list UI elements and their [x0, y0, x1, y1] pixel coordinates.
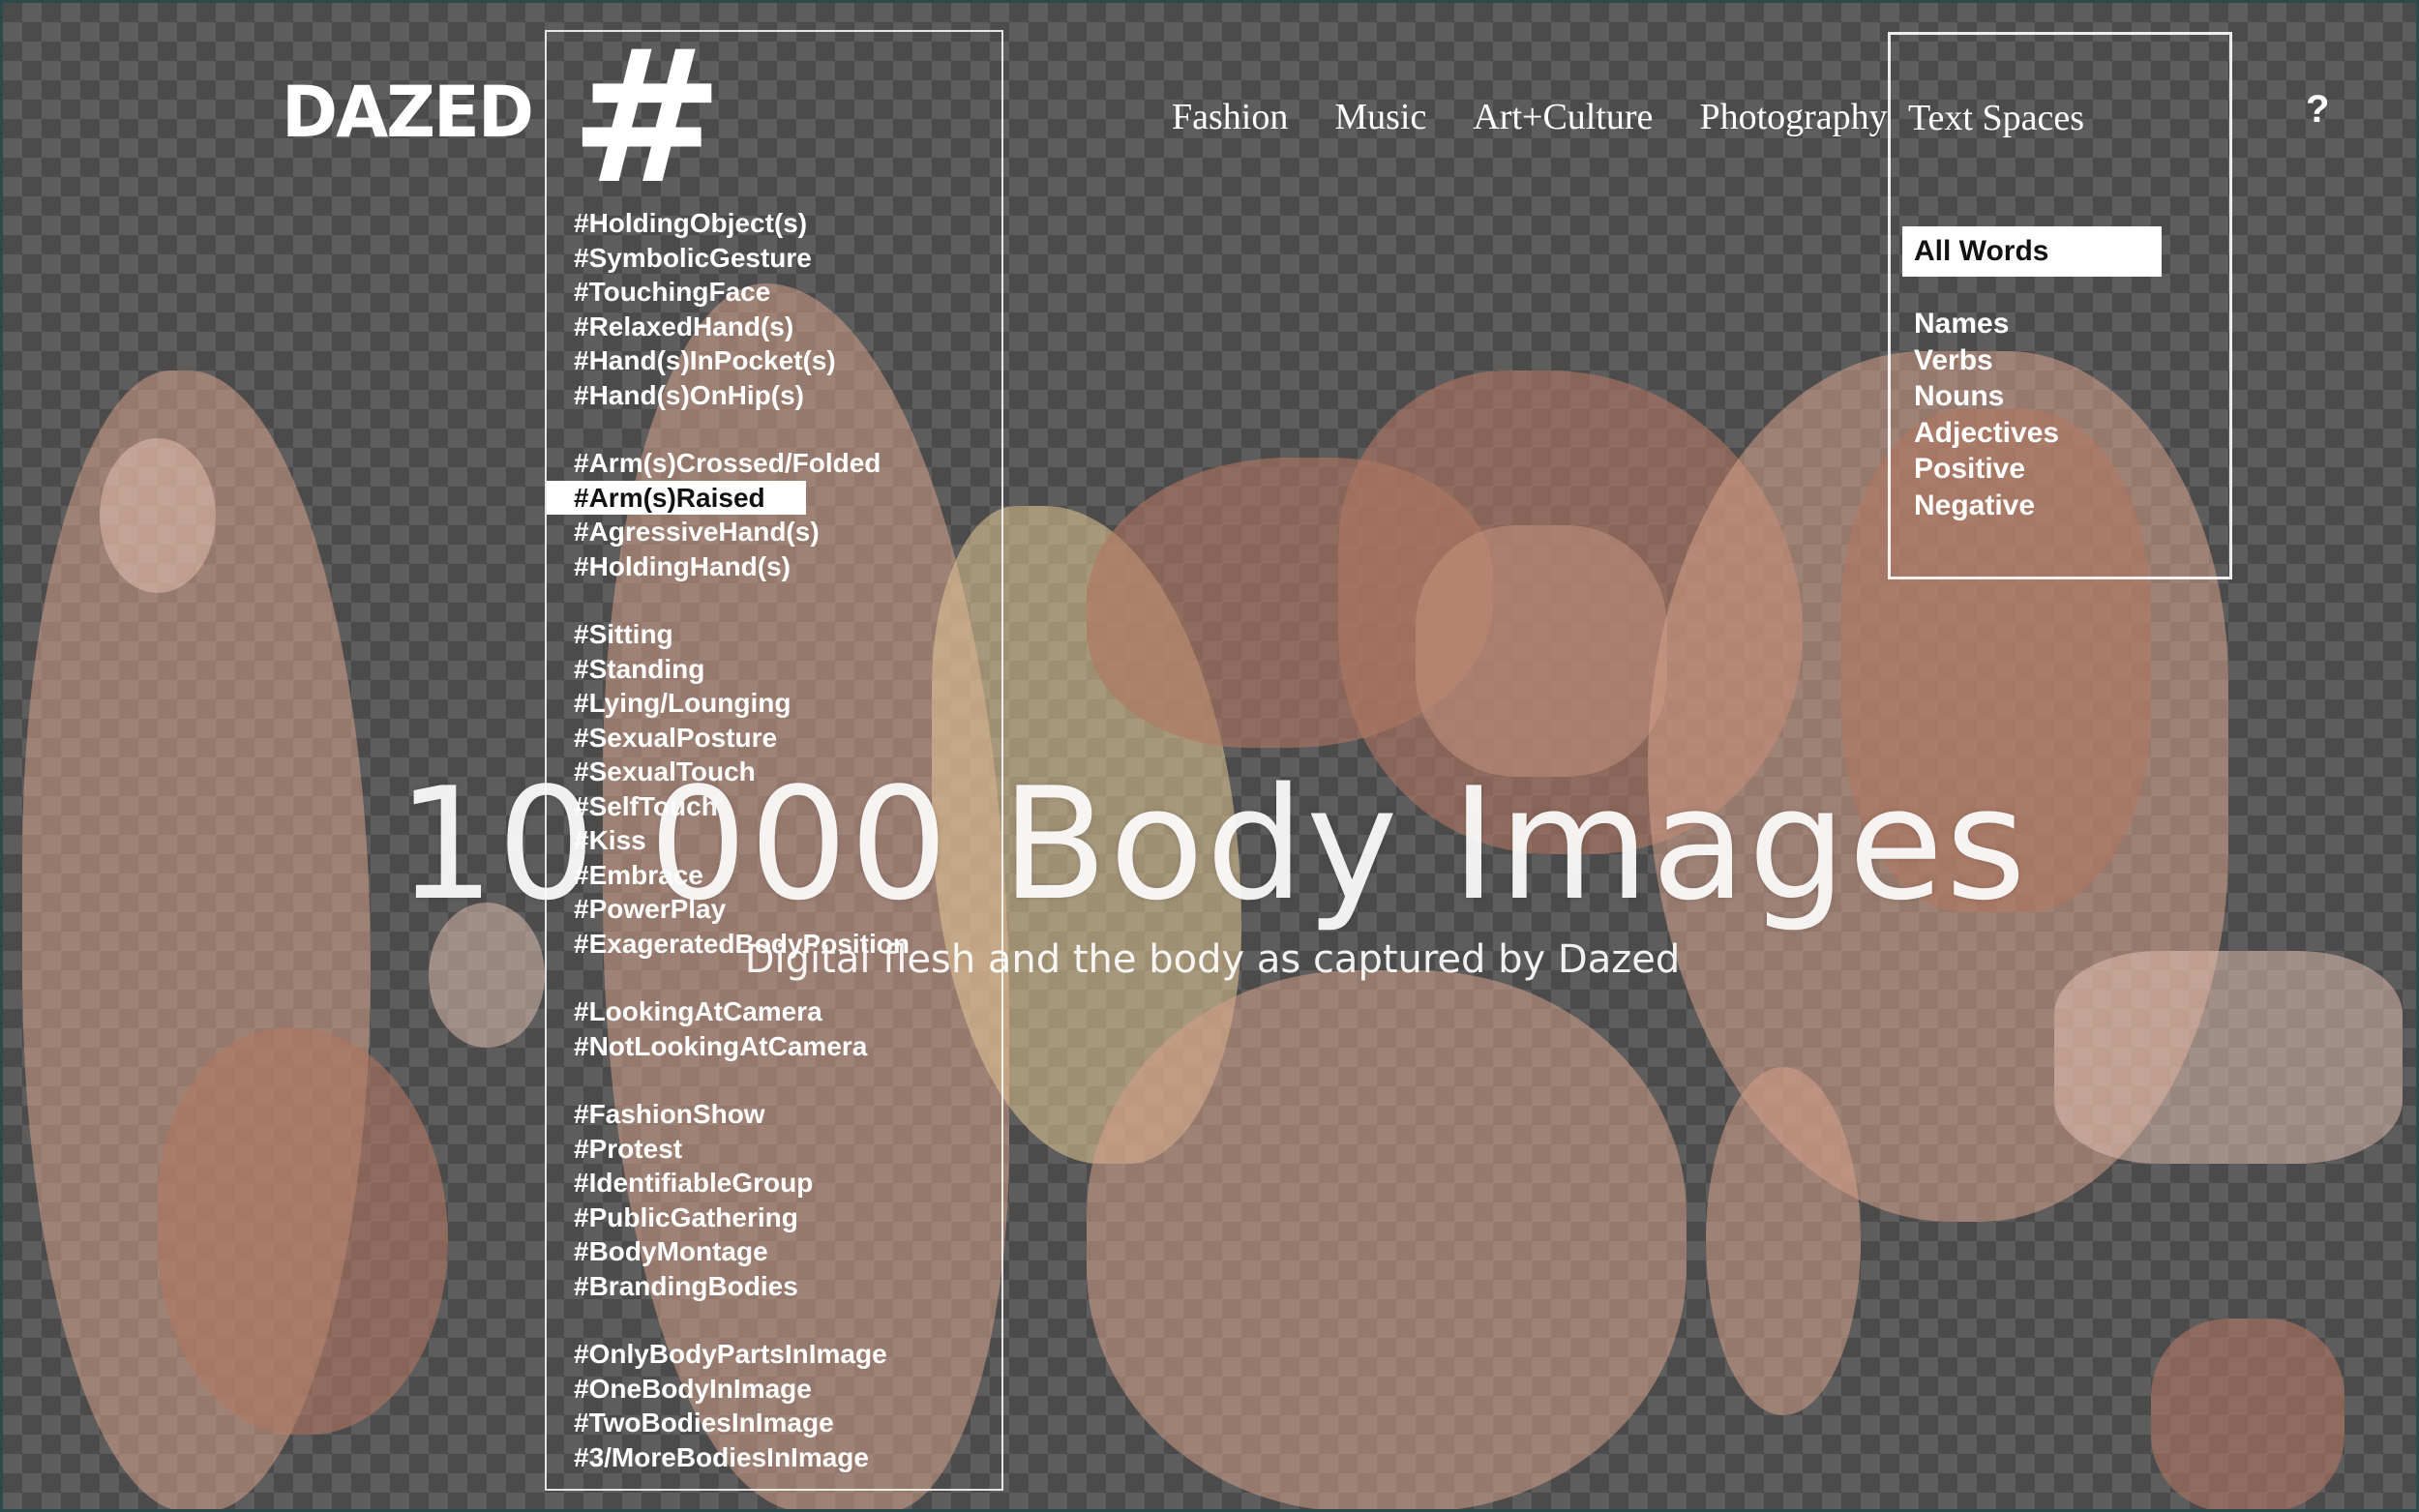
hashtag-item[interactable]: #AgressiveHand(s): [547, 515, 1001, 549]
collage-arm-lower-right: [1706, 1067, 1861, 1415]
hashtag-item[interactable]: #IdentifiableGroup: [547, 1166, 1001, 1201]
hashtag-item[interactable]: #Hand(s)OnHip(s): [547, 378, 1001, 413]
dazed-logo[interactable]: DAZED: [282, 76, 534, 148]
collage-figure-left-lower: [158, 1028, 448, 1435]
collage-face-center: [1087, 458, 1493, 748]
hashtag-item[interactable]: #PublicGathering: [547, 1201, 1001, 1235]
hashtag-item[interactable]: #OneBodyInImage: [547, 1372, 1001, 1407]
hashtag-item[interactable]: #Protest: [547, 1132, 1001, 1167]
hashtag-item[interactable]: #SexualPosture: [547, 721, 1001, 756]
hero-subtitle: Digital flesh and the body as captured b…: [744, 937, 1681, 982]
collage-flakes-right: [2054, 951, 2403, 1164]
word-filter-verbs[interactable]: Verbs: [1914, 342, 2059, 379]
nav-item-photography[interactable]: Photography: [1699, 96, 1887, 138]
text-spaces-panel: Text Spaces All Words Names Verbs Nouns …: [1888, 32, 2232, 579]
hashtag-item[interactable]: #Lying/Lounging: [547, 686, 1001, 721]
hashtag-item[interactable]: #HoldingObject(s): [547, 206, 1001, 241]
word-filter-negative[interactable]: Negative: [1914, 488, 2059, 524]
hashtag-item[interactable]: #Standing: [547, 652, 1001, 687]
hashtag-item[interactable]: #Hand(s)InPocket(s): [547, 343, 1001, 378]
hashtag-icon: #: [570, 11, 725, 224]
hashtag-group: #FashionShow #Protest #IdentifiableGroup #P…: [547, 1097, 1001, 1303]
hashtag-item[interactable]: #TwoBodiesInImage: [547, 1406, 1001, 1440]
collage-hand-center: [1416, 525, 1667, 777]
hashtag-group: #LookingAtCamera #NotLookingAtCamera: [547, 994, 1001, 1063]
hashtag-item[interactable]: #FashionShow: [547, 1097, 1001, 1132]
hashtag-item[interactable]: #BodyMontage: [547, 1234, 1001, 1269]
word-filter-all-words[interactable]: All Words: [1902, 226, 2162, 277]
collage-figure-left-head: [100, 438, 216, 593]
nav-item-fashion[interactable]: Fashion: [1172, 96, 1288, 138]
nav-item-music[interactable]: Music: [1334, 96, 1426, 138]
hashtag-item[interactable]: #Sitting: [547, 617, 1001, 652]
hashtag-group: #Arm(s)Crossed/Folded #Arm(s)Raised #Agres…: [547, 446, 1001, 583]
word-filter-adjectives[interactable]: Adjectives: [1914, 415, 2059, 452]
hashtag-item[interactable]: #NotLookingAtCamera: [547, 1029, 1001, 1064]
word-filter-positive[interactable]: Positive: [1914, 451, 2059, 488]
help-button[interactable]: ?: [2306, 88, 2329, 132]
hashtag-item[interactable]: #BrandingBodies: [547, 1269, 1001, 1304]
nav-item-text-spaces[interactable]: Text Spaces: [1908, 97, 2084, 139]
hashtag-group: #HoldingObject(s) #SymbolicGesture #Touchi…: [547, 206, 1001, 412]
collage-object-bottom-right: [2151, 1319, 2344, 1509]
hashtag-item-active[interactable]: #Arm(s)Raised: [547, 480, 806, 515]
hero-title: 10 000 Body Images: [397, 754, 2028, 934]
hashtag-item[interactable]: #LookingAtCamera: [547, 994, 1001, 1029]
collage-neck-center: [1087, 970, 1687, 1509]
hashtag-item[interactable]: #3/MoreBodiesInImage: [547, 1440, 1001, 1475]
word-filter-list: Names Verbs Nouns Adjectives Positive Ne…: [1914, 306, 2059, 523]
hashtag-item[interactable]: #RelaxedHand(s): [547, 310, 1001, 344]
word-filter-names[interactable]: Names: [1914, 306, 2059, 342]
nav-item-art-culture[interactable]: Art+Culture: [1473, 96, 1653, 138]
hashtag-item[interactable]: #SymbolicGesture: [547, 241, 1001, 276]
word-filter-nouns[interactable]: Nouns: [1914, 378, 2059, 415]
hashtag-item[interactable]: #Arm(s)Crossed/Folded: [547, 446, 1001, 481]
hashtag-item[interactable]: #OnlyBodyPartsInImage: [547, 1337, 1001, 1372]
hashtag-item[interactable]: #HoldingHand(s): [547, 549, 1001, 584]
hashtag-group: #OnlyBodyPartsInImage #OneBodyInImage #Two…: [547, 1337, 1001, 1474]
main-navigation: Fashion Music Art+Culture Photography: [1172, 96, 1934, 138]
page-root: DAZED # #HoldingObject(s) #SymbolicGestur…: [0, 0, 2419, 1512]
hashtag-item[interactable]: #TouchingFace: [547, 275, 1001, 310]
